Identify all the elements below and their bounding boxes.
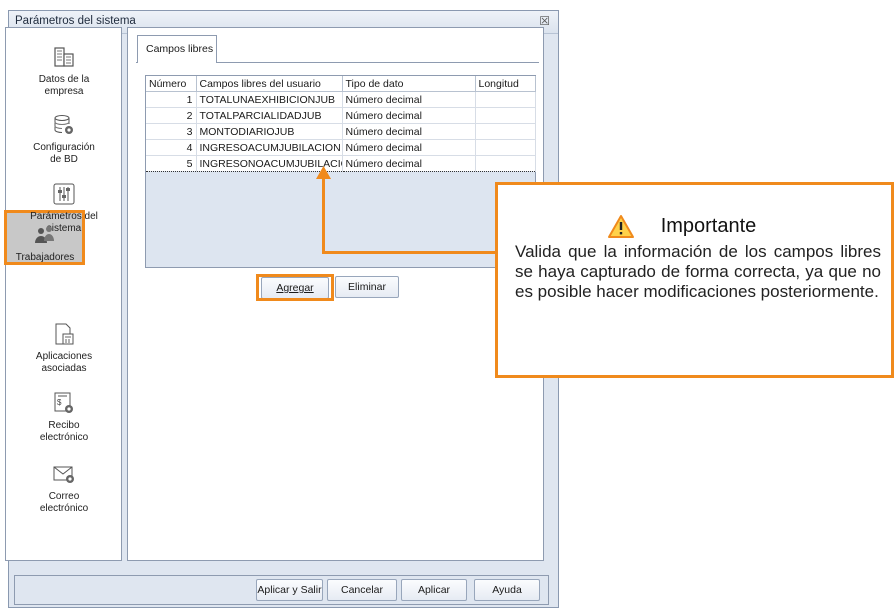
tab-campos-libres[interactable]: Campos libres: [137, 35, 217, 63]
grid-header-row: Número Campos libres del usuario Tipo de…: [146, 76, 536, 92]
arrow-shaft-vertical: [322, 176, 325, 254]
arrow-head-icon: [316, 166, 331, 179]
sidebar-item-recibo-electronico[interactable]: $ Recibo electrónico: [14, 391, 114, 444]
cell-tipo: Número decimal: [342, 123, 476, 140]
important-callout: Importante Valida que la información de …: [495, 182, 894, 378]
sidebar-item-label: Correo electrónico: [39, 491, 89, 514]
sidebar-item-trabajadores[interactable]: Trabajadores: [7, 223, 83, 264]
sidebar-item-correo-electronico[interactable]: Correo electrónico: [14, 462, 114, 515]
close-icon[interactable]: ☒: [539, 14, 550, 28]
campos-libres-grid[interactable]: Número Campos libres del usuario Tipo de…: [145, 75, 536, 268]
aplicar-button[interactable]: Aplicar: [401, 579, 467, 601]
window-title: Parámetros del sistema: [15, 15, 136, 27]
column-header-longitud[interactable]: Longitud: [475, 76, 536, 92]
database-gear-icon: [54, 115, 73, 134]
agregar-highlight: [256, 274, 334, 301]
cell-campo: MONTODIARIOJUB: [196, 123, 343, 140]
cell-tipo: Número decimal: [342, 139, 476, 156]
cell-tipo: Número decimal: [342, 155, 476, 172]
sidebar-item-label: Recibo electrónico: [39, 420, 89, 443]
cell-longitud: [475, 107, 536, 124]
sliders-icon: [53, 183, 75, 205]
cancelar-button[interactable]: Cancelar: [327, 579, 397, 601]
cell-longitud: [475, 91, 536, 108]
ayuda-button[interactable]: Ayuda: [474, 579, 540, 601]
callout-title: Importante: [660, 215, 757, 237]
eliminar-label: Eliminar: [348, 281, 386, 293]
aplicar-y-salir-button[interactable]: Aplicar y Salir: [256, 579, 323, 601]
mail-gear-icon: [53, 466, 74, 483]
cell-longitud: [475, 139, 536, 156]
column-header-numero[interactable]: Número: [146, 76, 197, 92]
receipt-gear-icon: $: [54, 392, 73, 413]
eliminar-button[interactable]: Eliminar: [335, 276, 399, 298]
workers-icon: [35, 226, 54, 243]
cell-campo: TOTALUNAEXHIBICIONJUB: [196, 91, 343, 108]
ayuda-label: Ayuda: [492, 584, 522, 596]
cell-tipo: Número decimal: [342, 107, 476, 124]
sidebar-item-datos-empresa[interactable]: Datos de la empresa: [14, 45, 114, 98]
sidebar-item-configuracion-bd[interactable]: Configuración de BD: [14, 113, 114, 166]
sidebar-item-label: Aplicaciones asociadas: [35, 351, 93, 374]
aplicar-label: Aplicar: [417, 584, 451, 596]
document-calculator-icon: [55, 323, 74, 345]
cell-longitud: [475, 123, 536, 140]
table-row[interactable]: 4 INGRESOACUMJUBILACION Número decimal: [146, 139, 536, 156]
table-row[interactable]: 1 TOTALUNAEXHIBICIONJUB Número decimal: [146, 91, 536, 108]
cancelar-label: Cancelar: [340, 584, 384, 596]
callout-body: Valida que la información de los campos …: [515, 242, 881, 301]
sidebar-item-label: Configuración de BD: [33, 142, 95, 165]
column-header-tipo[interactable]: Tipo de dato: [342, 76, 476, 92]
arrow-shaft-horizontal: [322, 251, 496, 254]
building-icon: [54, 47, 74, 67]
cell-numero: 2: [146, 107, 197, 124]
cell-tipo: Número decimal: [342, 91, 476, 108]
cell-longitud: [475, 155, 536, 172]
sidebar-item-label: Trabajadores: [15, 252, 75, 263]
cell-numero: 1: [146, 91, 197, 108]
aplicar-y-salir-label: Aplicar y Salir: [257, 584, 322, 596]
sidebar-item-aplicaciones-asociadas[interactable]: Aplicaciones asociadas: [14, 322, 114, 375]
cell-numero: 3: [146, 123, 197, 140]
cell-numero: 5: [146, 155, 197, 172]
table-row[interactable]: 2 TOTALPARCIALIDADJUB Número decimal: [146, 107, 536, 124]
cell-numero: 4: [146, 139, 197, 156]
column-header-campos[interactable]: Campos libres del usuario: [196, 76, 343, 92]
svg-text:$: $: [57, 398, 62, 407]
sidebar-item-label: Datos de la empresa: [38, 74, 90, 97]
table-row-selected[interactable]: 5 INGRESONOACUMJUBILACION Número decimal: [146, 155, 536, 172]
cell-campo: INGRESOACUMJUBILACION: [196, 139, 343, 156]
cell-campo: TOTALPARCIALIDADJUB: [196, 107, 343, 124]
table-row[interactable]: 3 MONTODIARIOJUB Número decimal: [146, 123, 536, 140]
